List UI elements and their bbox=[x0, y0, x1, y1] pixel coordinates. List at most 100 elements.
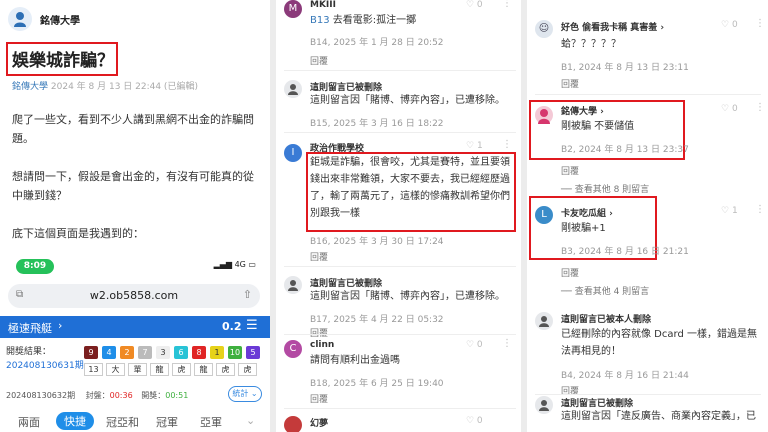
chevron-down-icon[interactable]: ⌄ bbox=[246, 414, 255, 427]
more-icon[interactable]: ⋮ bbox=[502, 139, 512, 150]
divider bbox=[535, 394, 761, 395]
result-number: 4 bbox=[102, 346, 116, 359]
post-meta: 銘傳大學 2024 年 8 月 13 日 22:44 (已編輯) bbox=[12, 79, 198, 92]
reply-button[interactable]: 回覆 bbox=[310, 54, 328, 67]
avatar: M bbox=[284, 0, 302, 18]
result-number: 1 bbox=[210, 346, 224, 359]
comment-meta: B1, 2024 年 8 月 13 日 23:11 bbox=[561, 63, 689, 73]
game-title[interactable]: 極速飛艇 bbox=[8, 320, 52, 336]
tab-sum[interactable]: 冠亞和 bbox=[106, 414, 139, 430]
comment-meta: B16, 2025 年 3 月 30 日 17:24 bbox=[310, 237, 444, 247]
reply-button[interactable]: 回覆 bbox=[310, 392, 328, 405]
comment-author[interactable]: MKIII bbox=[310, 0, 336, 10]
result-cell: 大 bbox=[106, 363, 125, 376]
result-cell: 龍 bbox=[150, 363, 169, 376]
comment-text: B13 去看電影:孤注一擲 bbox=[310, 15, 417, 26]
embedded-screenshot: 8:09 ▂▄▆ 4G ▭ ⧉ w2.ob5858.com ⇧ 極速飛艇 › 0… bbox=[0, 256, 270, 432]
reply-button[interactable]: 回覆 bbox=[310, 250, 328, 263]
avatar bbox=[535, 106, 553, 124]
comment-text: 鉅城是詐騙，很會咬，尤其是賽特，並且要領錢出來非常難領，大家不要去，我已經經歷過… bbox=[310, 157, 510, 219]
more-icon[interactable]: ⋮ bbox=[755, 18, 765, 29]
more-icon[interactable]: ⋮ bbox=[755, 102, 765, 113]
result-cell: 虎 bbox=[238, 363, 257, 376]
divider bbox=[284, 266, 516, 267]
heart-icon[interactable]: ♡ 0 bbox=[466, 416, 483, 426]
avatar: ☺ bbox=[535, 20, 553, 38]
result-cell: 虎 bbox=[216, 363, 235, 376]
result-number: 9 bbox=[84, 346, 98, 359]
post-panel: 銘傳大學 娛樂城詐騙？ 銘傳大學 2024 年 8 月 13 日 22:44 (… bbox=[0, 0, 270, 432]
result-number: 3 bbox=[156, 346, 170, 359]
phone-status-bar: 8:09 ▂▄▆ 4G ▭ bbox=[0, 256, 270, 276]
comment-meta: B15, 2025 年 3 月 16 日 18:22 bbox=[310, 119, 444, 129]
avatar bbox=[284, 276, 302, 294]
tab-quick[interactable]: 快捷 bbox=[56, 412, 94, 430]
reply-button[interactable]: 回覆 bbox=[561, 266, 579, 279]
heart-icon[interactable]: ♡ 1 bbox=[466, 141, 483, 151]
comment-meta: B4, 2024 年 8 月 16 日 21:44 bbox=[561, 371, 689, 381]
comment-text: 剛被騙+1 bbox=[561, 223, 606, 234]
heart-icon[interactable]: ♡ 0 bbox=[721, 104, 738, 114]
comment-author[interactable]: 好色 偷看我卡稱 真害羞 › bbox=[561, 20, 664, 33]
comment-text: 這則留言因「賭博、博弈內容」，已遭移除。 bbox=[310, 291, 505, 302]
heart-icon[interactable]: ♡ 1 bbox=[721, 206, 738, 216]
result-number: 7 bbox=[138, 346, 152, 359]
result-cell: 單 bbox=[128, 363, 147, 376]
game-tabs: 兩面 快捷 冠亞和 冠軍 亞軍 ⌄ bbox=[0, 410, 270, 432]
comment-author[interactable]: 銘傳大學 › bbox=[561, 104, 604, 117]
avatar: C bbox=[284, 340, 302, 358]
comment-meta: B2, 2024 年 8 月 13 日 23:37 bbox=[561, 145, 689, 155]
divider bbox=[284, 408, 516, 409]
result-cell: 13 bbox=[84, 363, 103, 376]
post-author[interactable]: 銘傳大學 bbox=[8, 6, 80, 32]
avatar bbox=[284, 416, 302, 432]
result-label: 開獎結果： bbox=[6, 347, 52, 357]
post-meta-school: 銘傳大學 bbox=[12, 82, 49, 92]
post-paragraph: 想請問一下，假設是會出金的，有沒有可能真的從中賺到錢？ bbox=[12, 170, 254, 202]
browser-url-bar[interactable]: ⧉ w2.ob5858.com ⇧ bbox=[8, 284, 260, 308]
view-more-replies[interactable]: ── 查看其他 8 則留言 bbox=[561, 182, 649, 195]
result-cell: 龍 bbox=[194, 363, 213, 376]
comment-meta: B18, 2025 年 6 月 25 日 19:40 bbox=[310, 379, 444, 389]
heart-icon[interactable]: ♡ 0 bbox=[466, 0, 483, 10]
heart-icon[interactable]: ♡ 0 bbox=[466, 340, 483, 350]
divider bbox=[284, 70, 516, 71]
floor-ref: B13 bbox=[310, 15, 330, 26]
comment-author: 這則留言已被本人刪除 bbox=[561, 315, 652, 325]
comment-author[interactable]: 幻夢 bbox=[310, 416, 328, 429]
avatar bbox=[535, 396, 553, 414]
post-paragraph: 爬了一些文，看到不少人講到黑網不出金的詐騙問題。 bbox=[12, 113, 254, 145]
result-number: 5 bbox=[246, 346, 260, 359]
view-more-replies[interactable]: ── 查看其他 4 則留言 bbox=[561, 284, 649, 297]
comment-author[interactable]: clinn bbox=[310, 340, 334, 350]
reply-button[interactable]: 回覆 bbox=[310, 326, 328, 339]
reply-button[interactable]: 回覆 bbox=[561, 164, 579, 177]
tab-two-sides[interactable]: 兩面 bbox=[18, 414, 40, 430]
stats-button[interactable]: 統計 ⌄ bbox=[228, 386, 262, 402]
tab-champion[interactable]: 冠軍 bbox=[156, 414, 178, 430]
avatar: I bbox=[284, 144, 302, 162]
status-time: 8:09 bbox=[16, 259, 54, 274]
seal-countdown: 00:36 bbox=[109, 391, 133, 400]
game-value: 0.2 bbox=[222, 320, 242, 333]
chevron-right-icon: › bbox=[58, 319, 63, 332]
status-network: ▂▄▆ 4G ▭ bbox=[213, 260, 256, 269]
reply-button[interactable]: 回覆 bbox=[561, 77, 579, 90]
period-row: 20240813063​2期 封盤：00:36 開獎：00:51 bbox=[6, 391, 189, 400]
comment-meta: B17, 2025 年 4 月 22 日 05:32 bbox=[310, 315, 444, 325]
more-icon[interactable]: ⋮ bbox=[502, 338, 512, 349]
post-meta-date: 2024 年 8 月 13 日 22:44 (已編輯) bbox=[50, 82, 198, 92]
comment-author[interactable]: 卡友吃瓜組 › bbox=[561, 206, 613, 219]
avatar bbox=[535, 312, 553, 330]
post-paragraph: 底下這個頁面是我遇到的： bbox=[12, 227, 144, 240]
tab-runner-up[interactable]: 亞軍 bbox=[200, 414, 222, 430]
more-icon[interactable]: ⋮ bbox=[755, 204, 765, 215]
more-icon[interactable]: ⋮ bbox=[502, 0, 512, 9]
share-icon[interactable]: ⇧ bbox=[243, 288, 252, 301]
menu-icon[interactable]: ☰ bbox=[246, 318, 258, 333]
heart-icon[interactable]: ♡ 0 bbox=[721, 20, 738, 30]
author-school: 銘傳大學 bbox=[40, 15, 80, 27]
game-header: 極速飛艇 › 0.2 ☰ bbox=[0, 316, 270, 338]
comments-panel-middle: M MKIII ♡ 0 ⋮ B13 去看電影:孤注一擲 B14, 2025 年 … bbox=[276, 0, 521, 432]
result-number: 8 bbox=[192, 346, 206, 359]
